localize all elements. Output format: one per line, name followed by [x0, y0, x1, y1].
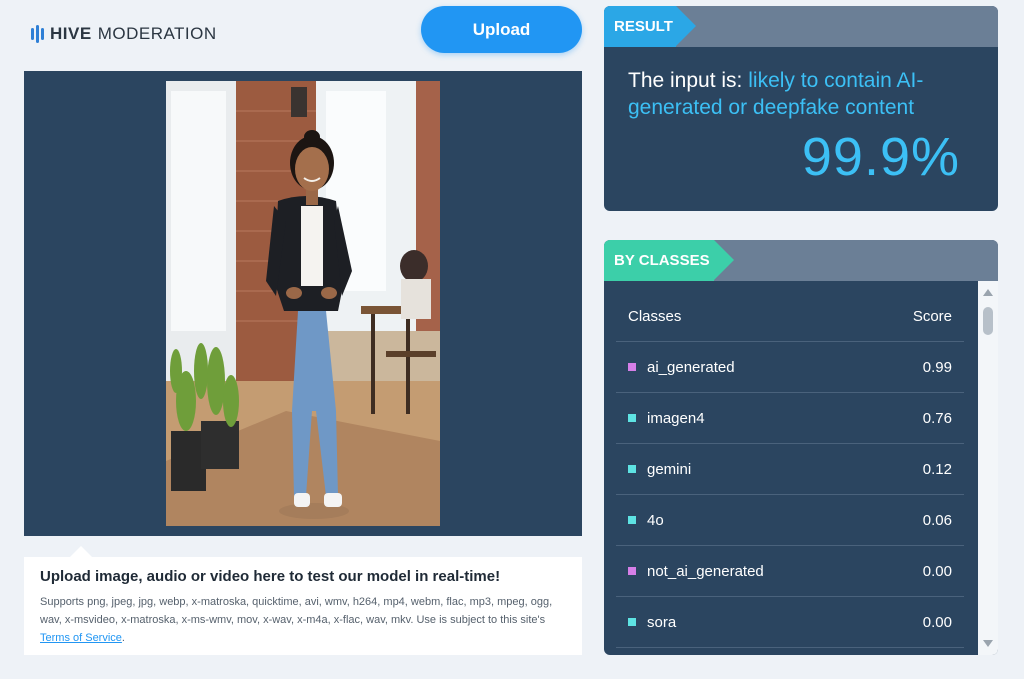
tos-suffix: .	[121, 632, 125, 644]
hive-logo-icon	[31, 24, 44, 44]
logo-brand-text: HIVE	[50, 24, 92, 43]
upload-button[interactable]: Upload	[421, 6, 582, 53]
table-row: gemini 0.12	[616, 444, 964, 495]
classes-column-header: Classes	[628, 307, 682, 325]
class-score: 0.00	[922, 613, 952, 631]
class-name: not_ai_generated	[647, 562, 764, 580]
result-prefix: The input is:	[628, 69, 749, 92]
score-column-header: Score	[912, 307, 952, 325]
class-score: 0.99	[922, 358, 952, 376]
class-name: sora	[647, 613, 677, 631]
class-cell: not_ai_generated	[628, 563, 764, 580]
upload-info-title: Upload image, audio or video here to tes…	[40, 568, 501, 585]
uploaded-image-preview	[166, 81, 440, 526]
class-name: 4o	[647, 511, 664, 529]
classes-table: Classes Score ai_generated 0.99 imagen4 …	[616, 281, 964, 648]
upload-info-box: Upload image, audio or video here to tes…	[24, 546, 582, 655]
hive-moderation-logo[interactable]: HIVE MODERATION	[31, 24, 217, 44]
class-cell: imagen4	[628, 410, 705, 427]
class-color-swatch	[628, 363, 636, 371]
result-header: RESULT	[604, 6, 998, 47]
scroll-down-arrow-icon[interactable]	[983, 640, 993, 647]
result-panel: RESULT The input is: likely to contain A…	[604, 6, 998, 211]
table-row: sora 0.00	[616, 597, 964, 648]
supported-formats-text: Supports png, jpeg, jpg, webp, x-matrosk…	[40, 593, 566, 647]
class-score: 0.06	[922, 511, 952, 529]
terms-of-service-link[interactable]: Terms of Service	[40, 632, 122, 644]
class-cell: ai_generated	[628, 359, 735, 376]
class-cell: sora	[628, 614, 676, 631]
class-score: 0.76	[922, 409, 952, 427]
class-color-swatch	[628, 465, 636, 473]
classes-scrollbar[interactable]	[978, 281, 998, 655]
class-color-swatch	[628, 618, 636, 626]
by-classes-tag: BY CLASSES	[604, 240, 734, 281]
class-cell: gemini	[628, 461, 691, 478]
result-statement: The input is: likely to contain AI-gener…	[628, 67, 968, 121]
class-score: 0.00	[922, 562, 952, 580]
logo-product-text: MODERATION	[97, 24, 217, 43]
class-name: ai_generated	[647, 358, 735, 376]
table-row: not_ai_generated 0.00	[616, 546, 964, 597]
supported-formats-list: Supports png, jpeg, jpg, webp, x-matrosk…	[40, 596, 553, 626]
table-row: imagen4 0.76	[616, 393, 964, 444]
scroll-up-arrow-icon[interactable]	[983, 289, 993, 296]
class-color-swatch	[628, 516, 636, 524]
class-name: imagen4	[647, 409, 705, 427]
class-color-swatch	[628, 567, 636, 575]
classes-table-header: Classes Score	[616, 281, 964, 342]
classes-header: BY CLASSES	[604, 240, 998, 281]
result-tag: RESULT	[604, 6, 696, 47]
table-row: 4o 0.06	[616, 495, 964, 546]
class-score: 0.12	[922, 460, 952, 478]
class-cell: 4o	[628, 512, 664, 529]
table-row: ai_generated 0.99	[616, 342, 964, 393]
media-preview-panel	[24, 71, 582, 536]
class-color-swatch	[628, 414, 636, 422]
class-name: gemini	[647, 460, 692, 478]
by-classes-panel: BY CLASSES Classes Score ai_generated 0.…	[604, 240, 998, 655]
scrollbar-thumb[interactable]	[983, 307, 993, 335]
result-score: 99.9%	[801, 127, 960, 187]
